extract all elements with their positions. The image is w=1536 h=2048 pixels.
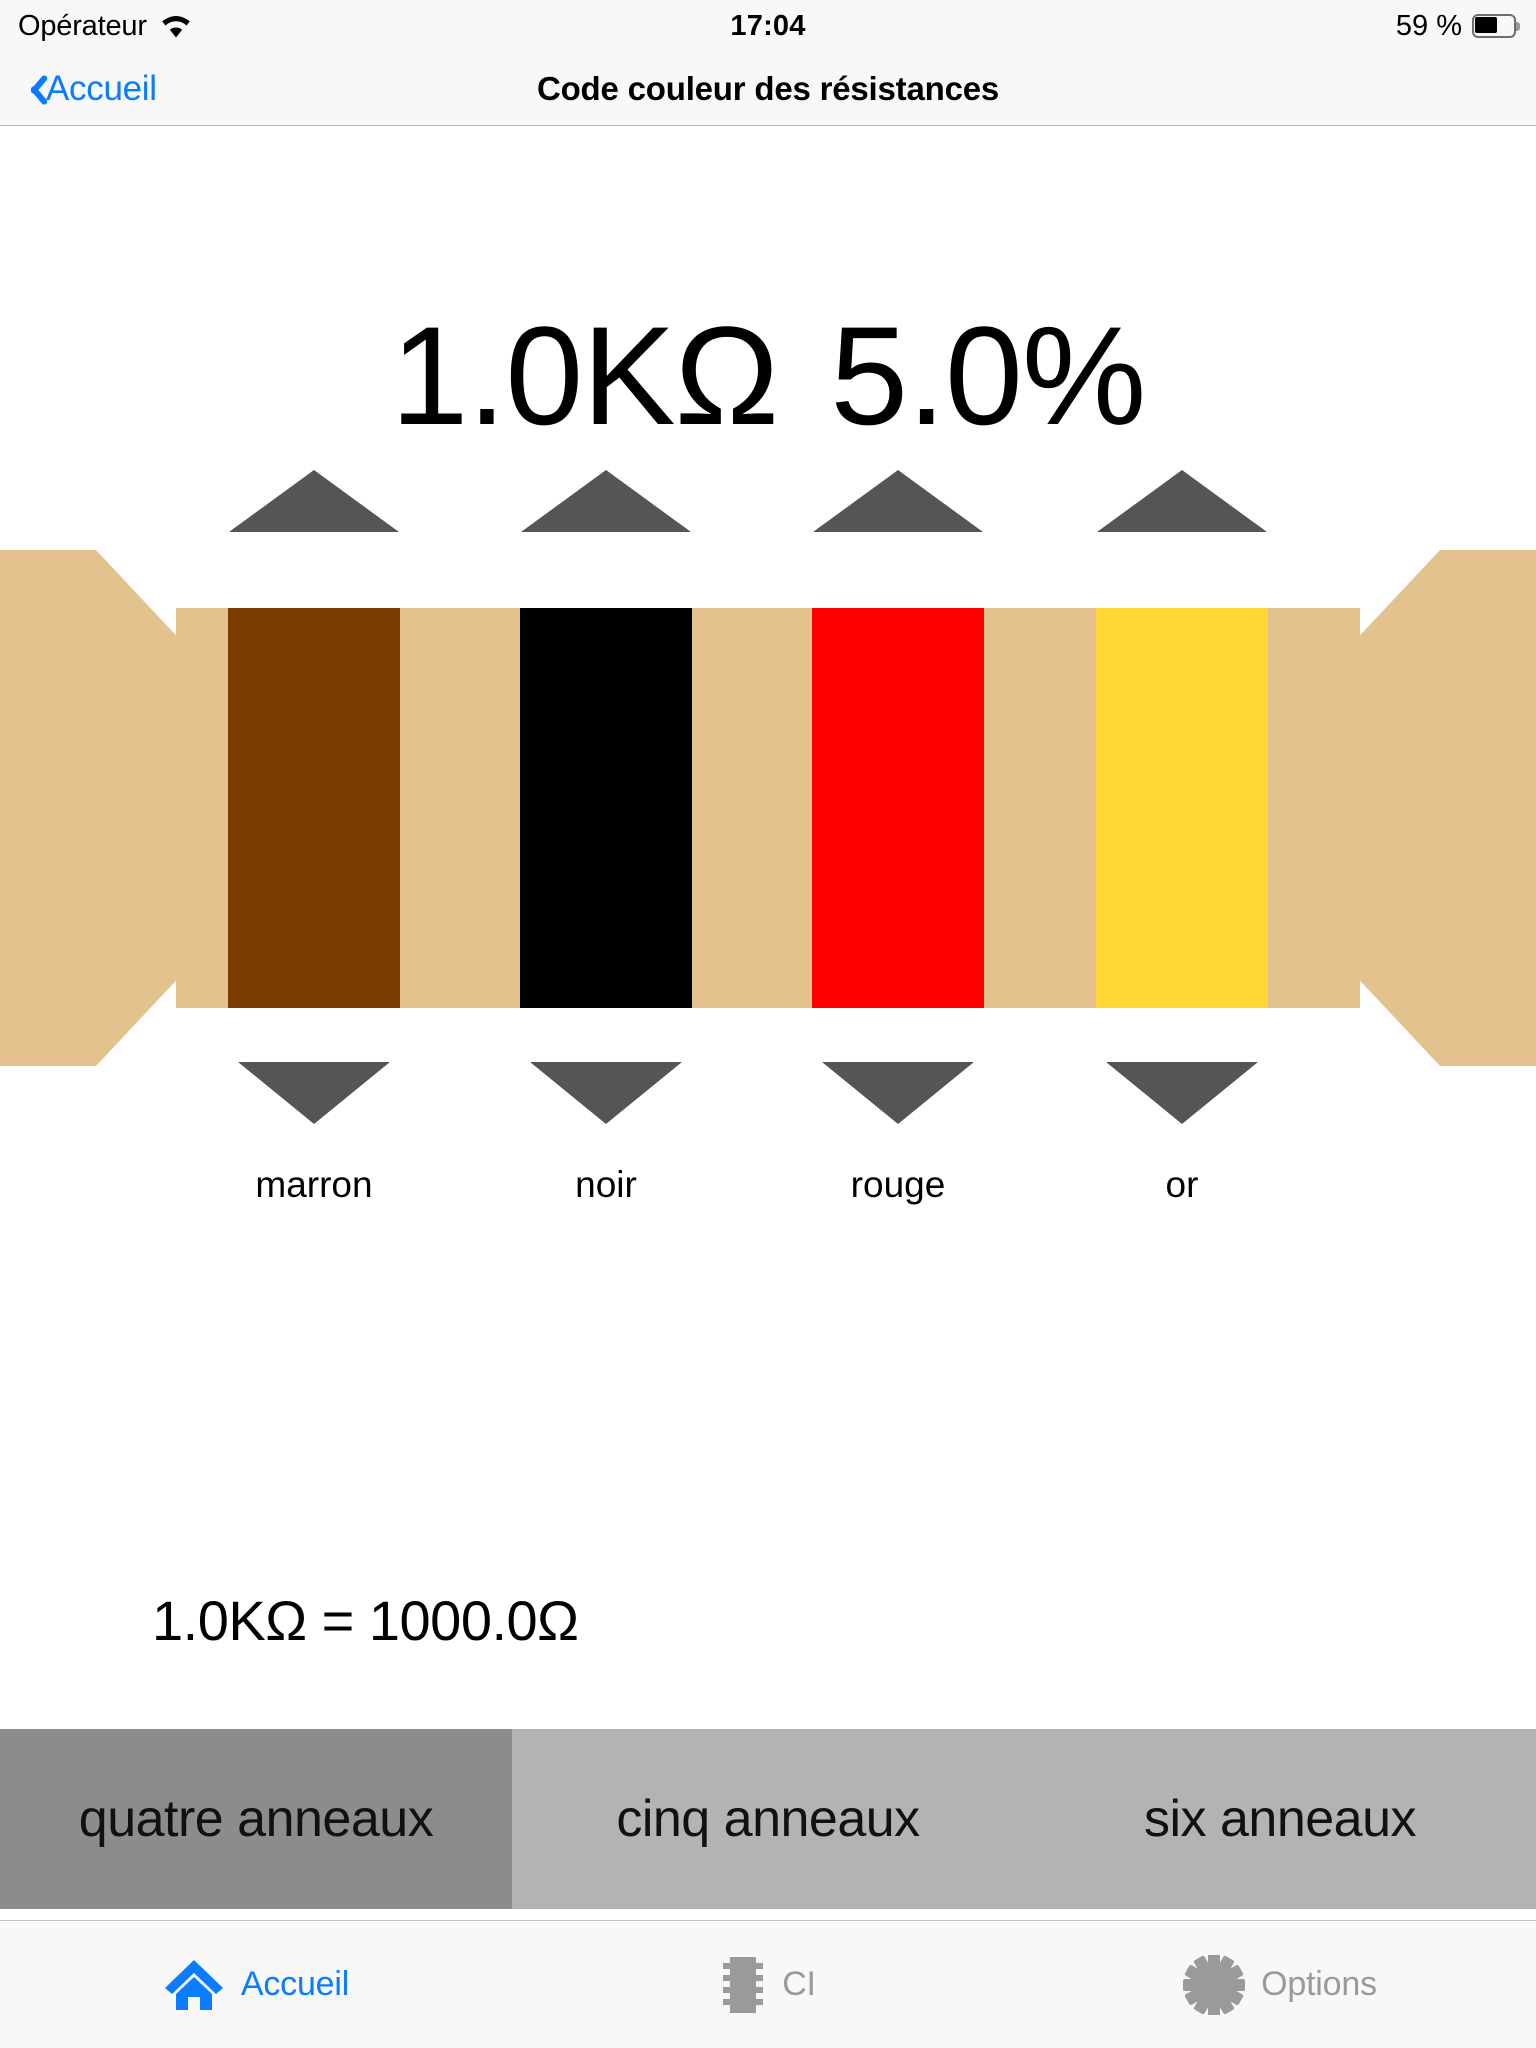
tab-ci[interactable]: CI xyxy=(512,1921,1024,2048)
marker-up-1 xyxy=(521,470,691,532)
marker-down-3 xyxy=(1106,1062,1258,1124)
home-icon xyxy=(163,1958,225,2012)
tab-bar: Accueil CI Options xyxy=(0,1920,1536,2048)
gear-icon xyxy=(1183,1954,1246,2015)
battery-icon xyxy=(1472,14,1520,38)
page-title: Code couleur des résistances xyxy=(536,70,1000,107)
band-labels: marron noir rouge or xyxy=(0,1164,1536,1224)
main-content: 1.0KΩ 5.0% marron noir rouge or 1.0KΩ = 1000… xyxy=(0,126,1536,1920)
marker-up-2 xyxy=(813,470,983,532)
resistor-graphic xyxy=(0,528,1536,1088)
tab-accueil-label: Accueil xyxy=(240,1965,350,2003)
band-count-segmented-control[interactable]: quatre anneaux cinq anneaux six anneaux xyxy=(0,1729,1536,1909)
tab-ci-label: CI xyxy=(782,1965,816,2003)
tab-accueil[interactable]: Accueil xyxy=(0,1921,512,2048)
status-bar-center: 17:04 xyxy=(0,0,1536,52)
status-bar: Opérateur 17:04 59 % xyxy=(0,0,1536,52)
band-label-0: marron xyxy=(255,1164,373,1205)
marker-down-1 xyxy=(530,1062,682,1124)
resistor-band-3[interactable] xyxy=(1096,608,1268,1008)
clock-label: 17:04 xyxy=(730,9,806,42)
status-bar-right: 59 % xyxy=(1396,0,1520,52)
segment-option-2[interactable]: six anneaux xyxy=(1024,1729,1536,1909)
band-markers-top xyxy=(0,470,1536,532)
resistor-lead-left xyxy=(0,550,186,1066)
marker-up-3 xyxy=(1097,470,1267,532)
resistor-band-2[interactable] xyxy=(812,608,984,1008)
band-label-1: noir xyxy=(575,1164,637,1205)
app-root: Opérateur 17:04 59 % Accueil Code couleu… xyxy=(0,0,1536,2048)
tolerance-value: 5.0% xyxy=(830,297,1146,454)
value-readout: 1.0KΩ 5.0% xyxy=(0,306,1536,446)
resistance-value: 1.0KΩ xyxy=(390,297,780,454)
band-markers-bottom xyxy=(0,1062,1536,1124)
tab-options[interactable]: Options xyxy=(1024,1921,1536,2048)
resistor-band-1[interactable] xyxy=(520,608,692,1008)
marker-down-2 xyxy=(822,1062,974,1124)
segment-option-1[interactable]: cinq anneaux xyxy=(512,1729,1024,1909)
marker-up-0 xyxy=(229,470,399,532)
tab-options-label: Options xyxy=(1261,1965,1377,2003)
segment-option-0[interactable]: quatre anneaux xyxy=(0,1729,512,1909)
marker-down-0 xyxy=(238,1062,390,1124)
resistor-lead-right xyxy=(1350,550,1536,1066)
chip-icon xyxy=(720,1955,766,2015)
band-label-3: or xyxy=(1165,1164,1199,1205)
band-label-2: rouge xyxy=(850,1164,946,1205)
battery-percent-label: 59 % xyxy=(1395,9,1462,42)
navigation-bar: Accueil Code couleur des résistances xyxy=(0,52,1536,126)
conversion-equation: 1.0KΩ = 1000.0Ω xyxy=(152,1589,579,1652)
resistor-band-0[interactable] xyxy=(228,608,400,1008)
